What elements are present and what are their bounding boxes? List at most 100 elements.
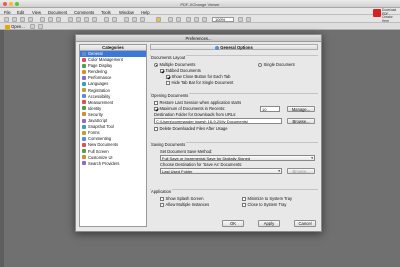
application-title: Application — [151, 189, 173, 194]
save-icon[interactable] — [20, 16, 25, 22]
save-as-folder-select[interactable]: Last Used Folder ▾ — [160, 168, 282, 174]
category-general-icon — [82, 51, 86, 56]
show-close-button-checkbox[interactable]: Show Close Button for Each Tab — [166, 74, 230, 79]
minimize-tray-checkbox[interactable]: Minimize to System Tray — [242, 196, 292, 201]
menu-bar: File Edit View Document Comments Tools W… — [0, 8, 400, 15]
menu-edit[interactable]: Edit — [17, 10, 24, 15]
menu-file[interactable]: File — [4, 10, 11, 15]
browse-save-as-button[interactable]: Browse... — [287, 168, 315, 174]
max-recents-checkbox[interactable]: Maximum of Documents in Recents: — [154, 106, 225, 111]
prev-page-icon[interactable] — [76, 16, 81, 22]
category-label: Accessibility — [88, 93, 111, 99]
menu-view[interactable]: View — [32, 10, 41, 15]
pdf-logo-icon — [373, 9, 381, 17]
category-label: Registration — [88, 87, 110, 93]
fit-width-icon[interactable] — [194, 16, 199, 22]
zoom-in-icon[interactable] — [176, 16, 181, 22]
general-options-icon — [215, 45, 220, 50]
delete-downloaded-checkbox[interactable]: Delete Downloaded Files After Usage — [154, 126, 228, 131]
checkbox-checked-icon — [160, 68, 164, 73]
next-page-icon[interactable] — [84, 16, 89, 22]
category-label: Identity — [88, 105, 102, 111]
single-document-radio[interactable]: Single Document — [258, 62, 295, 67]
zoom-tool-icon[interactable] — [56, 16, 61, 22]
browse-downloads-button[interactable]: Browse... — [287, 118, 315, 124]
category-label: Customize UI — [88, 154, 113, 160]
category-commenting-icon — [82, 136, 86, 141]
dropdown-arrow-icon: ▾ — [311, 156, 313, 160]
categories-list: General Color Management Page Display Rende… — [80, 51, 146, 167]
dialog-title: Preferences... — [76, 35, 321, 42]
options-panel: General Options Documents Layout Multipl… — [150, 44, 318, 216]
menu-window[interactable]: Window — [119, 10, 134, 15]
category-security-icon — [82, 112, 86, 117]
stamp-icon[interactable] — [156, 16, 161, 22]
save-as-folder-value: Last Used Folder — [162, 169, 193, 174]
category-performance-icon — [82, 75, 86, 80]
delete-downloaded-label: Delete Downloaded Files After Usage — [159, 126, 228, 131]
fit-page-icon[interactable] — [186, 16, 191, 22]
typewriter-icon[interactable] — [140, 16, 145, 22]
max-recents-input[interactable]: 10 — [260, 106, 280, 112]
saving-documents-title: Saving Documents — [151, 142, 187, 147]
actual-size-icon[interactable] — [202, 16, 207, 22]
comment-icon[interactable] — [124, 16, 129, 22]
menu-document[interactable]: Document — [48, 10, 67, 15]
multiple-documents-label: Multiple Documents — [159, 62, 196, 67]
email-icon[interactable] — [30, 24, 35, 29]
checkbox-icon — [242, 196, 246, 201]
options-header-label: General Options — [220, 45, 253, 50]
cancel-button[interactable]: Cancel — [294, 220, 316, 227]
splash-screen-label: Show Splash Screen — [165, 196, 204, 201]
multiple-documents-radio[interactable]: Multiple Documents — [154, 62, 195, 67]
category-label: Color Management — [88, 57, 123, 63]
menu-tools[interactable]: Tools — [101, 10, 111, 15]
save-method-value: Full Save or Incremental Save for Digita… — [162, 156, 251, 161]
category-registration-icon — [82, 88, 86, 93]
rotate-icon[interactable] — [238, 16, 243, 22]
open-icon[interactable] — [12, 16, 17, 22]
ok-button[interactable]: OK — [222, 220, 244, 227]
category-item-search-providers[interactable]: Search Providers — [80, 161, 146, 167]
checkbox-checked-icon — [166, 74, 170, 79]
category-languages-icon — [82, 81, 86, 86]
back-icon[interactable] — [104, 16, 109, 22]
print-icon[interactable] — [28, 16, 33, 22]
open-button[interactable]: Open... — [3, 24, 27, 29]
brand-promo[interactable]: Download PDF Creator Here — [373, 8, 398, 23]
last-page-icon[interactable] — [92, 16, 97, 22]
hand-tool-icon[interactable] — [40, 16, 45, 22]
manage-button[interactable]: Manage... — [287, 106, 315, 112]
zoom-level-input[interactable]: 100% — [212, 16, 234, 22]
tabbed-documents-checkbox[interactable]: Tabbed Documents — [160, 68, 201, 73]
splash-screen-checkbox[interactable]: Show Splash Screen — [160, 196, 204, 201]
select-tool-icon[interactable] — [48, 16, 53, 22]
radio-icon — [258, 62, 262, 67]
save-method-label: Set Document Save Method: — [160, 149, 213, 154]
new-icon[interactable] — [4, 16, 9, 22]
undo-icon[interactable] — [38, 24, 43, 29]
hide-tab-bar-checkbox[interactable]: Hide Tab Bar for Single Document — [166, 80, 233, 85]
restore-session-checkbox[interactable]: Restore Last Session when application st… — [154, 100, 241, 105]
close-tray-checkbox[interactable]: Close to System Tray — [242, 202, 286, 207]
save-method-select[interactable]: Full Save or Incremental Save for Digita… — [160, 155, 315, 161]
zoom-out-icon[interactable] — [168, 16, 173, 22]
menu-help[interactable]: Help — [141, 10, 150, 15]
destination-folder-label: Destination Folder for Downloads from UR… — [154, 112, 237, 117]
menu-comments[interactable]: Comments — [74, 10, 94, 15]
first-page-icon[interactable] — [68, 16, 73, 22]
category-label: Commenting — [88, 136, 112, 142]
apply-button[interactable]: Apply — [258, 220, 280, 227]
destination-folder-input[interactable]: C:\Users\commander insesh 16-9-2\My Docu… — [154, 118, 282, 124]
app-title-bar: PDF-XChange Viewer — [0, 0, 400, 8]
highlight-icon[interactable] — [132, 16, 137, 22]
close-tray-label: Close to System Tray — [247, 202, 287, 207]
category-forms-icon — [82, 130, 86, 135]
rotate-ccw-icon[interactable] — [246, 16, 251, 22]
categories-panel: Categories General Color Management Page D… — [79, 44, 147, 227]
category-label: Page Display — [88, 63, 113, 69]
multiple-instances-checkbox[interactable]: Allow Multiple Instances — [160, 202, 209, 207]
options-header: General Options — [150, 44, 318, 50]
category-label: Rendering — [88, 69, 107, 75]
forward-icon[interactable] — [112, 16, 117, 22]
